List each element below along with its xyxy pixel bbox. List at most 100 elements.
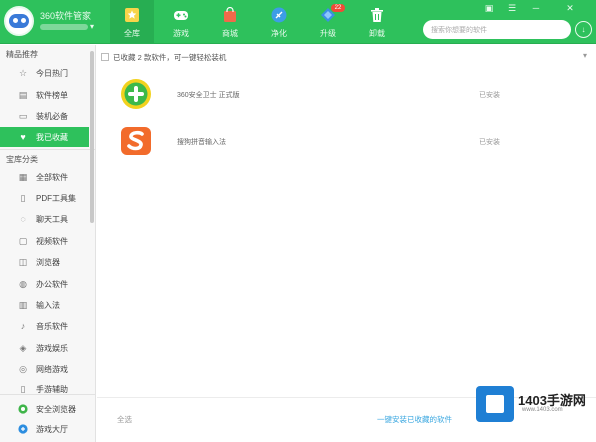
sidebar-item-entertainment[interactable]: ◈ 游戏娱乐 bbox=[0, 338, 89, 358]
bag-icon bbox=[224, 7, 236, 22]
search-placeholder: 搜索你想要的软件 bbox=[431, 27, 487, 34]
skin-icon[interactable]: ▣ bbox=[482, 2, 496, 14]
watermark-logo bbox=[476, 386, 514, 422]
star-icon bbox=[125, 8, 139, 22]
app-status: 已安装 bbox=[479, 92, 500, 99]
sidebar-item-music[interactable]: ♪ 音乐软件 bbox=[0, 316, 89, 336]
list-item[interactable]: 搜狗拼音输入法 已安装 bbox=[97, 122, 596, 162]
search-input[interactable]: 搜索你想要的软件 bbox=[423, 20, 571, 39]
select-all-link[interactable]: 全选 bbox=[117, 414, 132, 425]
trash-icon bbox=[371, 8, 383, 22]
tab-label: 商城 bbox=[222, 29, 238, 38]
grid-icon: ▦ bbox=[18, 172, 28, 182]
sidebar-item-all-software[interactable]: ▦ 全部软件 bbox=[0, 167, 89, 187]
keyboard-icon: ▥ bbox=[18, 300, 28, 310]
menu-icon[interactable]: ☰ bbox=[505, 2, 519, 14]
list-icon: ▤ bbox=[18, 90, 28, 100]
minimize-icon[interactable]: ─ bbox=[529, 2, 543, 14]
sidebar-item-video[interactable]: ▢ 视频软件 bbox=[0, 231, 89, 251]
sogou-icon bbox=[121, 127, 151, 155]
monitor-icon: ▭ bbox=[18, 111, 28, 121]
sidebar-item-label: 游戏大厅 bbox=[36, 425, 68, 434]
gamehall-icon bbox=[18, 424, 28, 434]
sidebar-item-today-hot[interactable]: ☆ 今日热门 bbox=[0, 63, 89, 83]
app-title: 360软件管家 bbox=[40, 11, 92, 21]
divider bbox=[0, 149, 96, 150]
select-all-checkbox[interactable] bbox=[101, 53, 109, 61]
update-count-badge: 22 bbox=[331, 4, 345, 12]
favorites-panel: 已收藏 2 款软件，可一键轻松装机 ▾ 360安全卫士 正式版 已安装 搜狗拼音… bbox=[97, 45, 596, 442]
sidebar-item-label: 我已收藏 bbox=[36, 133, 68, 142]
sidebar-item-label: 办公软件 bbox=[36, 280, 68, 289]
close-icon[interactable]: ✕ bbox=[563, 2, 577, 14]
sidebar-item-label: 游戏娱乐 bbox=[36, 344, 68, 353]
tab-label: 卸载 bbox=[369, 29, 385, 38]
video-icon: ▢ bbox=[18, 236, 28, 246]
game-icon: ◈ bbox=[19, 343, 27, 353]
tab-label: 升级 bbox=[320, 29, 336, 38]
sidebar-item-label: 手游辅助 bbox=[36, 385, 68, 393]
tab-store[interactable]: 商城 bbox=[208, 0, 252, 44]
tab-label: 游戏 bbox=[173, 29, 189, 38]
section-title-categories: 宝库分类 bbox=[6, 155, 38, 164]
app-name: 搜狗拼音输入法 bbox=[177, 139, 226, 146]
sidebar-item-label: 装机必备 bbox=[36, 112, 68, 121]
chevron-down-icon[interactable]: ▾ bbox=[583, 51, 587, 60]
sidebar-item-office[interactable]: ◍ 办公软件 bbox=[0, 274, 89, 294]
watermark-url: www.1403.com bbox=[522, 407, 563, 413]
sidebar-scrollbar[interactable] bbox=[90, 51, 94, 223]
account-name-blurred[interactable] bbox=[40, 24, 88, 30]
divider bbox=[0, 394, 96, 395]
tab-upgrade[interactable]: 22 升级 bbox=[306, 0, 350, 44]
tab-games[interactable]: 游戏 bbox=[159, 0, 203, 44]
tab-label: 全库 bbox=[124, 29, 140, 38]
sidebar-item-label: 视频软件 bbox=[36, 237, 68, 246]
globe-icon: ◎ bbox=[19, 364, 27, 374]
list-item[interactable]: 360安全卫士 正式版 已安装 bbox=[97, 75, 596, 115]
sidebar-item-online-games[interactable]: ◎ 网络游戏 bbox=[0, 359, 89, 379]
tab-all[interactable]: 全库 bbox=[110, 0, 154, 44]
music-icon: ♪ bbox=[20, 321, 26, 331]
tab-uninstall[interactable]: 卸载 bbox=[355, 0, 399, 44]
sidebar-item-browser[interactable]: ◫ 浏览器 bbox=[0, 252, 89, 272]
heart-icon: ♥ bbox=[20, 132, 26, 142]
sidebar-item-game-hall[interactable]: 游戏大厅 bbox=[0, 419, 89, 439]
browser-icon: ◫ bbox=[18, 257, 28, 267]
app-name: 360安全卫士 正式版 bbox=[177, 92, 240, 99]
sidebar-item-chat[interactable]: ◌ 聊天工具 bbox=[0, 209, 89, 229]
sidebar-item-label: 浏览器 bbox=[36, 258, 60, 267]
sidebar-item-label: 今日热门 bbox=[36, 69, 68, 78]
sidebar-item-mobile-assist[interactable]: ▯ 手游辅助 bbox=[0, 379, 89, 393]
sidebar: 精品推荐 ☆ 今日热门 ▤ 软件榜单 ▭ 装机必备 ♥ 我已收藏 宝库分类 ▦ … bbox=[0, 45, 96, 442]
favorites-summary: 已收藏 2 款软件，可一键轻松装机 bbox=[113, 53, 227, 62]
sidebar-item-secure-browser[interactable]: 安全浏览器 bbox=[0, 399, 89, 419]
browser-logo-icon bbox=[18, 404, 28, 414]
360-safe-icon bbox=[121, 79, 151, 109]
download-manager-icon[interactable]: ↓ bbox=[575, 21, 592, 38]
sidebar-item-favorites[interactable]: ♥ 我已收藏 bbox=[0, 127, 89, 147]
tab-label: 净化 bbox=[271, 29, 287, 38]
sidebar-item-label: 安全浏览器 bbox=[36, 405, 76, 414]
star-icon: ☆ bbox=[18, 68, 28, 78]
office-icon: ◍ bbox=[19, 279, 27, 289]
title-bar: 360软件管家 ▾ 全库 游戏 商城 净化 22 升级 卸载 ▣ ☰ ─ ✕ 搜… bbox=[0, 0, 596, 44]
chevron-down-icon[interactable]: ▾ bbox=[90, 22, 94, 31]
sidebar-item-label: 聊天工具 bbox=[36, 215, 68, 224]
sidebar-item-pdf[interactable]: ▯ PDF工具集 bbox=[0, 188, 89, 208]
sidebar-item-essentials[interactable]: ▭ 装机必备 bbox=[0, 106, 89, 126]
chat-icon: ◌ bbox=[20, 214, 26, 224]
sidebar-item-label: 软件榜单 bbox=[36, 91, 68, 100]
tab-clean[interactable]: 净化 bbox=[257, 0, 301, 44]
broom-icon bbox=[271, 7, 287, 23]
sidebar-item-label: PDF工具集 bbox=[36, 194, 76, 203]
section-title-featured: 精品推荐 bbox=[6, 50, 38, 59]
pdf-icon: ▯ bbox=[20, 193, 26, 203]
sidebar-item-input-method[interactable]: ▥ 输入法 bbox=[0, 295, 89, 315]
phone-icon: ▯ bbox=[20, 384, 26, 393]
sidebar-item-label: 音乐软件 bbox=[36, 322, 68, 331]
sidebar-item-rankings[interactable]: ▤ 软件榜单 bbox=[0, 85, 89, 105]
install-all-favorites-button[interactable]: 一键安装已收藏的软件 bbox=[377, 414, 452, 425]
user-avatar[interactable] bbox=[4, 6, 34, 36]
sidebar-item-label: 输入法 bbox=[36, 301, 60, 310]
gamepad-icon bbox=[174, 11, 188, 20]
